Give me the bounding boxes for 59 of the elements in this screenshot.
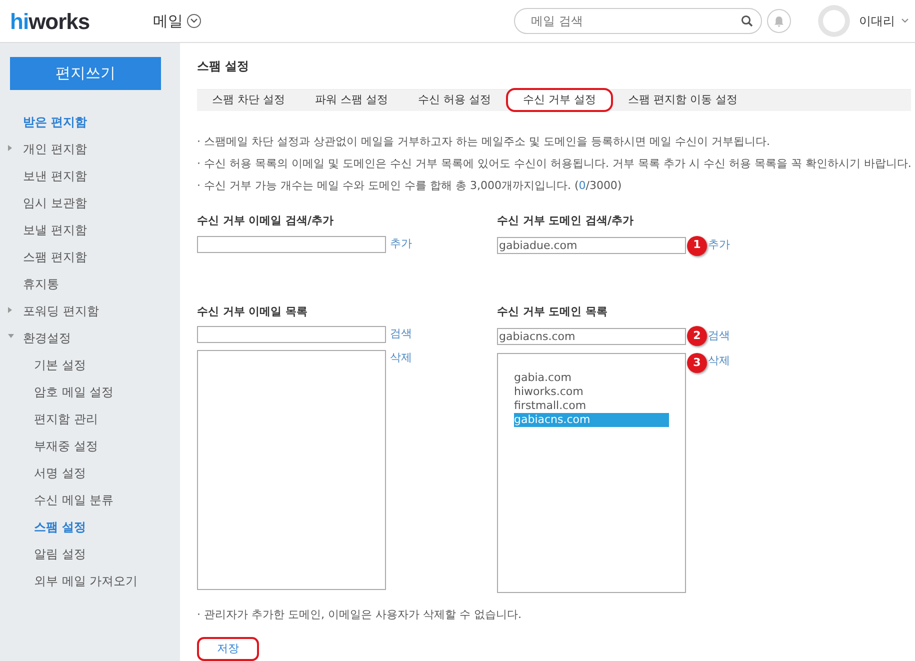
annotation-marker: 2 (687, 326, 707, 346)
sidebar-item[interactable]: 알림 설정 (0, 540, 180, 567)
sidebar-item[interactable]: 편지함 관리 (0, 405, 180, 432)
notification-button[interactable] (767, 9, 791, 33)
bell-icon (774, 16, 784, 26)
sidebar-item[interactable]: 부재중 설정 (0, 432, 180, 459)
app-menu[interactable]: 메일 (153, 10, 183, 32)
tab[interactable]: 파워 스팸 설정 (300, 90, 403, 111)
search-field[interactable]: 메일 검색 (514, 8, 762, 34)
section-label: 수신 거부 이메일 검색/추가 (197, 213, 335, 229)
tab[interactable]: 수신 허용 설정 (403, 90, 506, 111)
list-box[interactable]: gabia.com hiworks.com firstmall.com gabiacns.com (497, 353, 686, 593)
sidebar-item[interactable]: 개인 편지함 (0, 135, 180, 162)
text-field[interactable]: gabiacns.com (497, 328, 686, 344)
action-link[interactable]: 검색 (708, 328, 730, 344)
sidebar-item[interactable]: 서명 설정 (0, 459, 180, 486)
sidebar-item[interactable]: 보낼 편지함 (0, 216, 180, 243)
tab[interactable]: 스팸 차단 설정 (197, 90, 300, 111)
notice-text: · 수신 허용 목록의 이메일 및 도메인은 수신 거부 목록에 있어도 수신이 허용됩니다. 거부 목록 추가 시 수신 허용 목록을 꼭 확인하시기 바랍니다. (197, 156, 912, 172)
text-field[interactable] (197, 326, 386, 343)
sidebar-item[interactable]: 포워딩 편지함 (0, 297, 180, 324)
compose-button[interactable]: 편지쓰기 (10, 57, 161, 90)
sidebar-item[interactable]: 환경설정 (0, 324, 180, 351)
sidebar-item[interactable]: 스팸 편지함 (0, 243, 180, 270)
action-link[interactable]: 검색 (390, 326, 412, 343)
list-item[interactable]: firstmall.com (514, 399, 669, 413)
sidebar-item[interactable]: 외부 메일 가져오기 (0, 567, 180, 594)
sidebar-item[interactable]: 수신 메일 분류 (0, 486, 180, 513)
search-icon (741, 15, 753, 27)
notice-text: · 관리자가 추가한 도메인, 이메일은 사용자가 삭제할 수 없습니다. (197, 607, 522, 623)
action-link[interactable]: 추가 (390, 236, 412, 252)
tab[interactable]: 스팸 편지함 이동 설정 (613, 90, 752, 111)
logo: hiworks (10, 8, 91, 36)
sidebar-item[interactable]: 스팸 설정 (0, 513, 180, 540)
text-field[interactable] (197, 236, 386, 252)
list-item[interactable]: hiworks.com (514, 385, 669, 399)
annotation-marker: 3 (687, 353, 707, 373)
sidebar-item[interactable]: 기본 설정 (0, 351, 180, 378)
notice-text: · 수신 거부 가능 개수는 메일 수와 도메인 수를 합해 총 3,000개까지입니다. (0/3000) (197, 178, 623, 194)
sidebar-item[interactable]: 보낸 편지함 (0, 162, 180, 189)
dropdown-icon[interactable] (187, 14, 201, 28)
section-label: 수신 거부 도메인 검색/추가 (497, 213, 635, 229)
avatar-icon[interactable] (818, 5, 850, 37)
annotation-marker: 1 (687, 236, 707, 256)
sidebar-item[interactable]: 임시 보관함 (0, 189, 180, 216)
text-field[interactable]: gabiadue.com (497, 237, 686, 254)
action-link[interactable]: 삭제 (390, 350, 412, 366)
action-link[interactable]: 추가 (708, 237, 730, 254)
save-button[interactable]: 저장 (197, 637, 259, 661)
section-label: 수신 거부 도메인 목록 (497, 304, 608, 320)
notice-text: · 스팸메일 차단 설정과 상관없이 메일을 거부하고자 하는 메일주소 및 도메인을 등록하시면 메일 수신이 거부됩니다. (197, 134, 771, 150)
sidebar-item[interactable]: 받은 편지함 (0, 108, 180, 135)
user-name[interactable]: 이대리 (859, 12, 895, 30)
list-item[interactable]: gabia.com (514, 371, 669, 385)
sidebar-item[interactable]: 휴지통 (0, 270, 180, 297)
action-link[interactable]: 삭제 (708, 353, 730, 370)
section-label: 수신 거부 이메일 목록 (197, 304, 308, 320)
tab[interactable]: 수신 거부 설정 (506, 88, 613, 112)
sidebar-item[interactable]: 암호 메일 설정 (0, 378, 180, 405)
